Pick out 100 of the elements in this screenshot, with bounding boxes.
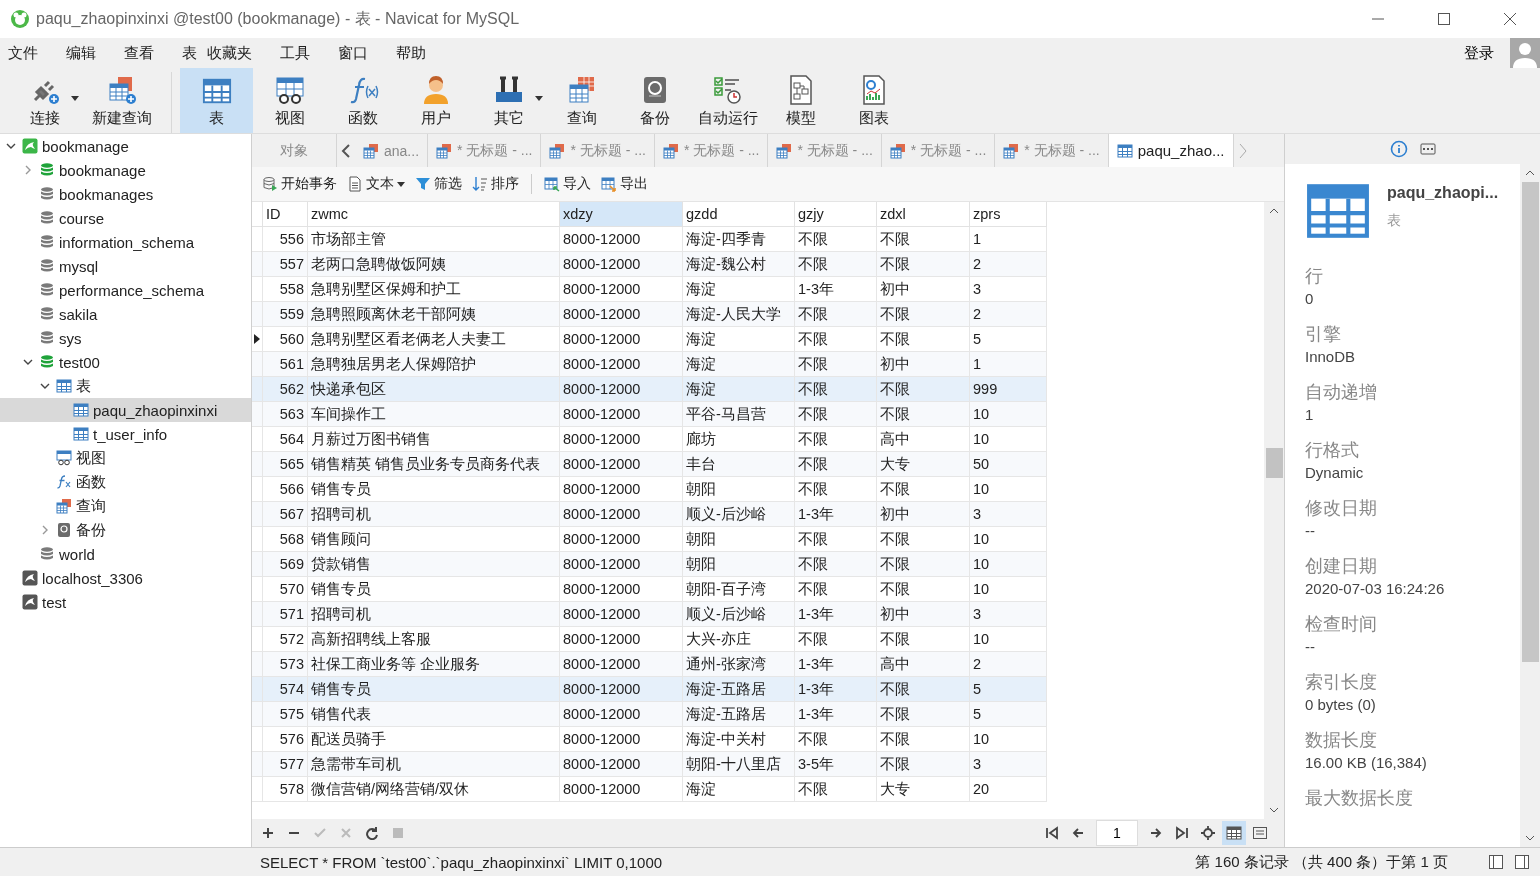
ddl-icon[interactable]: [1419, 142, 1436, 156]
view-toggle-button[interactable]: [1222, 821, 1246, 845]
menu-item[interactable]: 窗口: [338, 43, 382, 63]
column-header[interactable]: xdzy: [559, 202, 683, 227]
action-button[interactable]: 筛选: [411, 173, 466, 195]
table-cell: 不限: [876, 676, 970, 702]
table-cell: 1-3年: [794, 276, 877, 302]
toolbar-button[interactable]: 视图: [253, 68, 326, 133]
database-icon: [39, 186, 55, 202]
table-cell: 8000-12000: [559, 601, 683, 627]
table-cell: 初中: [876, 501, 970, 527]
table-cell: 高中: [876, 651, 970, 677]
chevron-right-icon: [1237, 142, 1248, 159]
table-cell: 8000-12000: [559, 701, 683, 727]
property-value: 1: [1305, 406, 1315, 425]
table-cell: 不限: [794, 476, 877, 502]
table-cell: 不限: [876, 551, 970, 577]
table-cell: 1-3年: [794, 701, 877, 727]
action-button[interactable]: 排序: [468, 173, 523, 195]
toolbar-button[interactable]: 连接: [8, 68, 81, 133]
toolbar-button[interactable]: 模型: [764, 68, 837, 133]
panel-right-icon[interactable]: [1514, 854, 1530, 870]
menu-item[interactable]: 工具: [280, 43, 324, 63]
menu-item[interactable]: 收藏夹: [207, 43, 266, 63]
maximize-icon: [1437, 12, 1451, 26]
menu-item[interactable]: 表: [182, 43, 207, 63]
table-cell: 不限: [794, 376, 877, 402]
tree-item[interactable]: sys: [0, 326, 251, 350]
panel-left-icon[interactable]: [1488, 854, 1504, 870]
table-cell: 不限: [876, 226, 970, 252]
toolbar-button[interactable]: 自动运行: [691, 68, 764, 133]
action-button[interactable]: 开始事务: [258, 173, 341, 195]
table-cell: 初中: [876, 601, 970, 627]
action-button[interactable]: 文本: [343, 173, 409, 195]
login-link[interactable]: 登录: [1458, 42, 1500, 64]
tree-item[interactable]: test: [0, 590, 251, 614]
action-button[interactable]: 导入: [540, 173, 595, 195]
toolbar-button[interactable]: 图表: [837, 68, 910, 133]
chevron-down-icon: [1269, 807, 1279, 813]
tree-item[interactable]: world: [0, 542, 251, 566]
info-icon[interactable]: [1389, 140, 1408, 158]
toolbar-button[interactable]: 查询: [545, 68, 618, 133]
tree-item[interactable]: performance_schema: [0, 278, 251, 302]
menu-item[interactable]: 编辑: [66, 43, 110, 63]
chevron-up-icon: [1269, 208, 1279, 214]
menu-item[interactable]: 文件: [8, 43, 52, 63]
table-icon: [73, 402, 89, 418]
column-header[interactable]: ID: [262, 202, 308, 227]
table-cell: 10: [969, 526, 1047, 552]
toolbar-button[interactable]: 用户: [399, 68, 472, 133]
action-button[interactable]: 导出: [597, 173, 652, 195]
tree-item[interactable]: 函数: [0, 470, 251, 494]
query-icon: [889, 142, 906, 159]
tree-item[interactable]: paqu_zhaopinxinxi: [0, 398, 251, 422]
table-cell: 8000-12000: [559, 451, 683, 477]
database-icon: [39, 354, 55, 370]
tree-item[interactable]: t_user_info: [0, 422, 251, 446]
table-cell: 8000-12000: [559, 426, 683, 452]
scrollbar-thumb[interactable]: [1265, 448, 1283, 478]
column-header[interactable]: gzjy: [794, 202, 877, 227]
table-cell: 销售顾问: [307, 526, 560, 552]
column-header[interactable]: gzdd: [682, 202, 795, 227]
chevron-down-icon: [1525, 835, 1535, 841]
tab[interactable]: paqu_zhao...: [1108, 134, 1234, 167]
toolbar-button[interactable]: 备份: [618, 68, 691, 133]
column-header[interactable]: zdxl: [876, 202, 970, 227]
object-name: paqu_zhaopi...: [1387, 184, 1499, 202]
table-icon: [73, 426, 89, 442]
tree-item[interactable]: sakila: [0, 302, 251, 326]
column-header[interactable]: zwmc: [307, 202, 560, 227]
page-field[interactable]: 1: [1096, 820, 1138, 846]
toolbar-button[interactable]: 新建查询: [81, 68, 163, 133]
tree-item[interactable]: mysql: [0, 254, 251, 278]
toolbar-button[interactable]: 其它: [472, 68, 545, 133]
tree-item[interactable]: 视图: [0, 446, 251, 470]
property-label: 行格式: [1305, 439, 1360, 462]
toolbar-button[interactable]: 函数: [326, 68, 399, 133]
property-label: 检查时间: [1305, 613, 1378, 636]
table-cell: 急聘独居男老人保姆陪护: [307, 351, 560, 377]
chevron-up-icon: [1525, 170, 1535, 176]
tree-item[interactable]: bookmanages: [0, 182, 251, 206]
menu-item[interactable]: 查看: [124, 43, 168, 63]
tree-item[interactable]: test00: [0, 350, 251, 374]
database-icon: [39, 210, 55, 226]
table-cell: 海淀: [682, 276, 795, 302]
database-icon: [39, 162, 55, 178]
tree-item[interactable]: 表: [0, 374, 251, 398]
tree-item[interactable]: course: [0, 206, 251, 230]
query-icon: [662, 142, 679, 159]
menu-item[interactable]: 帮助: [396, 43, 440, 63]
column-header[interactable]: zprs: [969, 202, 1047, 227]
scrollbar-thumb[interactable]: [1521, 182, 1539, 662]
tree-item[interactable]: bookmanage: [0, 158, 251, 182]
tree-item[interactable]: bookmanage: [0, 134, 251, 158]
tree-item[interactable]: 查询: [0, 494, 251, 518]
table-cell: 556: [262, 226, 308, 252]
tree-item[interactable]: 备份: [0, 518, 251, 542]
tree-item[interactable]: localhost_3306: [0, 566, 251, 590]
tree-item[interactable]: information_schema: [0, 230, 251, 254]
toolbar-button[interactable]: 表: [180, 68, 253, 133]
